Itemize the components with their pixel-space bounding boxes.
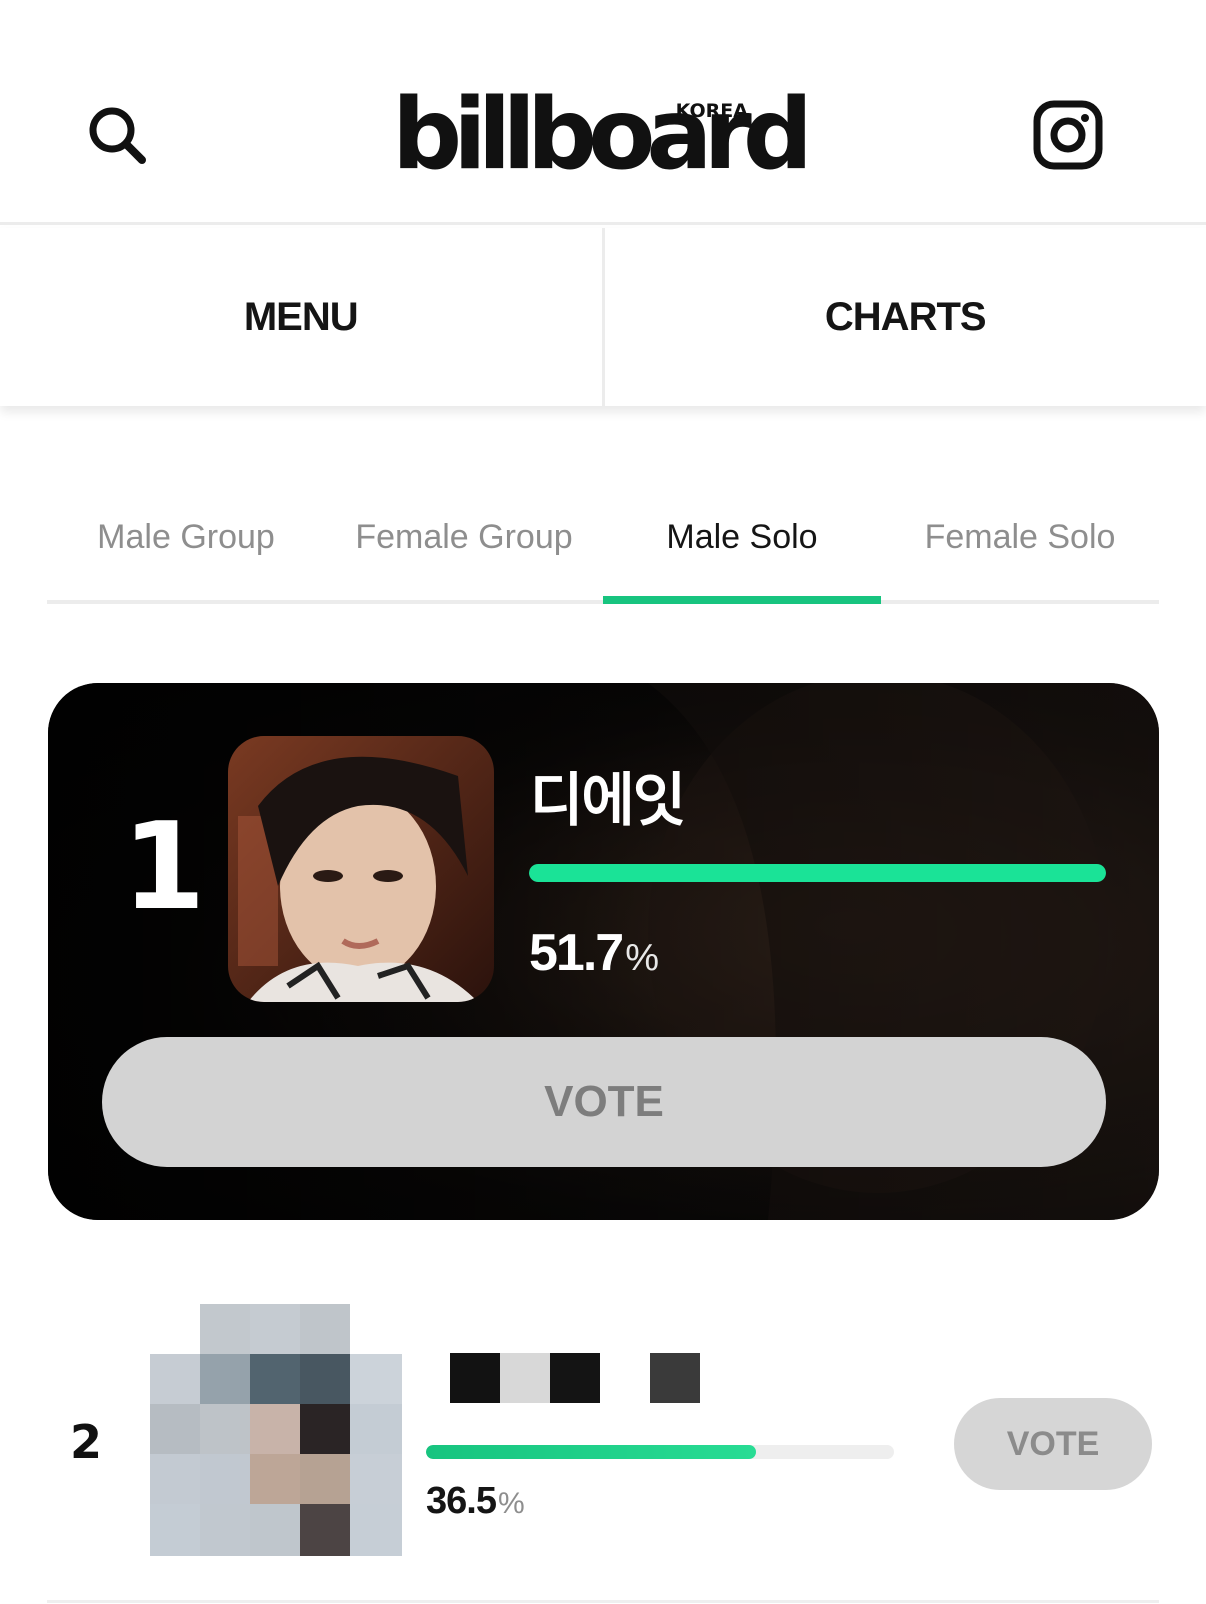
percent-value: 36.5: [426, 1480, 497, 1522]
charts-button[interactable]: CHARTS: [605, 228, 1206, 406]
logo-korea-label: KOREA: [675, 100, 748, 122]
vote-button[interactable]: VOTE: [954, 1398, 1152, 1490]
tab-female-solo[interactable]: Female Solo: [881, 500, 1159, 600]
artist-photo[interactable]: [228, 736, 494, 1002]
menu-button[interactable]: MENU: [0, 228, 602, 406]
rank-number: 1: [122, 798, 205, 937]
vote-progress-fill: [529, 864, 1106, 882]
percent-unit: %: [497, 1487, 525, 1520]
vote-button[interactable]: VOTE: [102, 1037, 1106, 1167]
header: billboard KOREA: [0, 0, 1206, 225]
percent-value: 51.7: [529, 924, 624, 982]
rank-2-row: 2 36.5% VOTE: [0, 1250, 1206, 1604]
vote-percentage: 36.5%: [426, 1480, 525, 1523]
artist-photo-pixelated[interactable]: [150, 1304, 402, 1556]
vote-progress-bar: [529, 864, 1106, 882]
tab-female-group[interactable]: Female Group: [325, 500, 603, 600]
row-divider: [47, 1600, 1159, 1603]
instagram-icon[interactable]: [1031, 98, 1105, 172]
artist-name: 디에잇: [530, 766, 686, 834]
artist-name-pixelated: [450, 1353, 705, 1405]
percent-unit: %: [625, 937, 660, 979]
rank-1-card: 1 디에잇 51.7% VOTE: [48, 683, 1159, 1220]
billboard-korea-logo[interactable]: billboard KOREA: [392, 86, 813, 184]
search-icon[interactable]: [82, 100, 156, 174]
main-nav: MENU CHARTS: [0, 228, 1206, 406]
vote-progress-fill: [426, 1445, 757, 1459]
vote-progress-bar: [426, 1445, 894, 1459]
rank-number: 2: [70, 1415, 103, 1469]
tab-male-solo[interactable]: Male Solo: [603, 500, 881, 604]
tab-male-group[interactable]: Male Group: [47, 500, 325, 600]
vote-percentage: 51.7%: [529, 923, 659, 983]
category-tabs: Male Group Female Group Male Solo Female…: [47, 500, 1159, 604]
